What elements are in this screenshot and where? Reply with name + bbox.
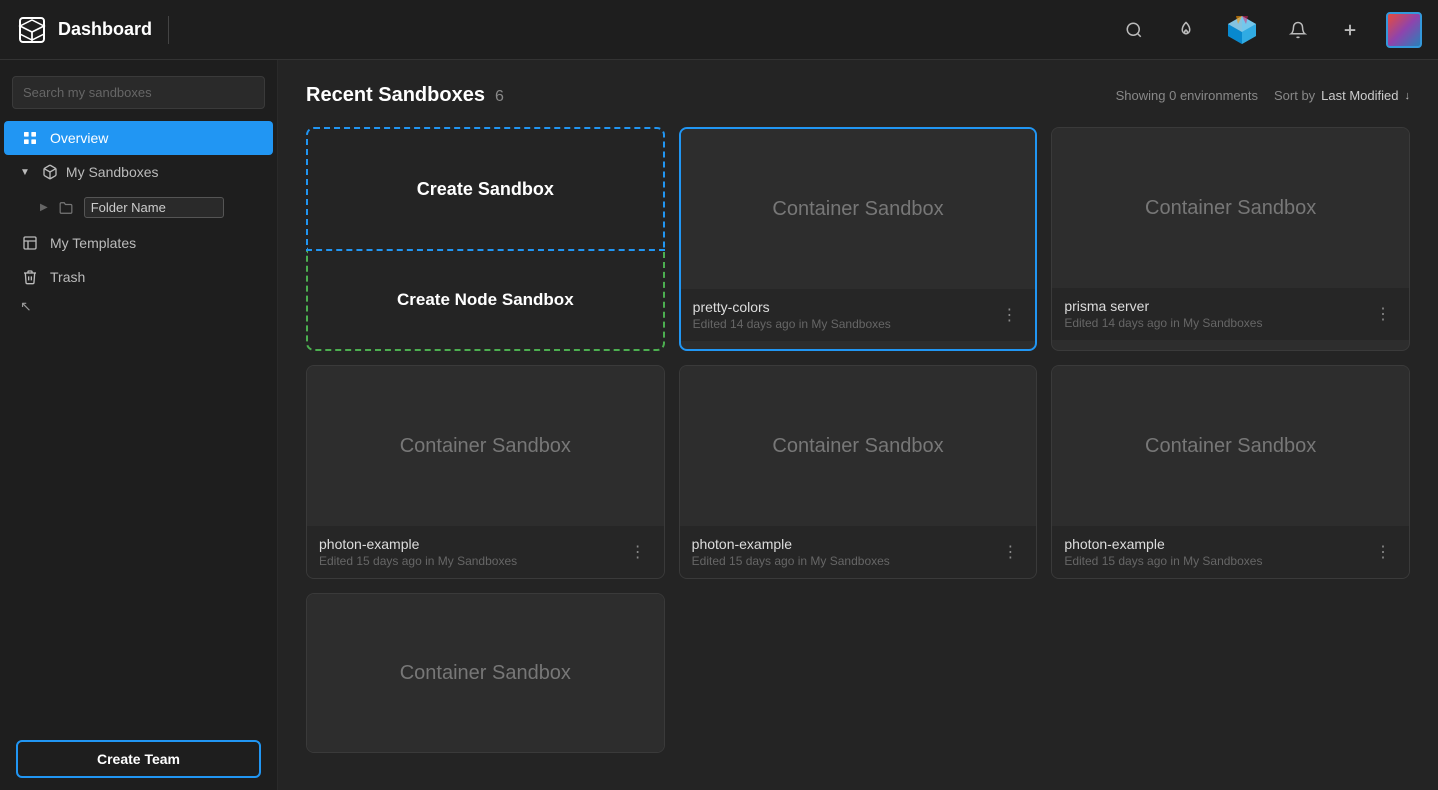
sandbox-card-prisma-server[interactable]: Container Sandbox prisma server Edited 1…	[1051, 127, 1410, 351]
cursor-area: ↖	[0, 294, 277, 319]
card-footer: prisma server Edited 14 days ago in My S…	[1052, 288, 1409, 340]
sandbox-grid: Create Sandbox Create Node Sandbox Conta…	[306, 127, 1410, 753]
notifications-button[interactable]	[1282, 14, 1314, 46]
sidebar-item-overview-label: Overview	[50, 130, 108, 146]
sidebar-item-overview[interactable]: Overview	[4, 121, 273, 155]
card-menu-button[interactable]: ⋮	[996, 540, 1024, 564]
create-node-sandbox-label: Create Node Sandbox	[397, 290, 574, 310]
card-preview: Container Sandbox	[1052, 366, 1409, 526]
sidebar-item-my-templates[interactable]: My Templates	[4, 226, 273, 260]
activity-button[interactable]	[1170, 14, 1202, 46]
template-icon	[20, 235, 40, 251]
card-info: prisma server Edited 14 days ago in My S…	[1064, 298, 1262, 330]
sandbox-card-photon-2[interactable]: Container Sandbox photon-example Edited …	[679, 365, 1038, 579]
fire-icon	[1177, 21, 1195, 39]
bell-icon	[1289, 21, 1307, 39]
card-info: pretty-colors Edited 14 days ago in My S…	[693, 299, 891, 331]
card-menu-button[interactable]: ⋮	[624, 540, 652, 564]
card-info: photon-example Edited 15 days ago in My …	[1064, 536, 1262, 568]
logo: Dashboard	[16, 14, 152, 46]
sidebar: Overview ▼ My Sandboxes ▶	[0, 60, 278, 790]
create-sandbox-label: Create Sandbox	[417, 179, 554, 200]
overview-icon	[20, 130, 40, 146]
content-controls: Showing 0 environments Sort by Last Modi…	[1116, 88, 1410, 103]
card-menu-button[interactable]: ⋮	[1369, 302, 1397, 326]
cube-icon	[40, 164, 60, 180]
sidebar-item-trash-label: Trash	[50, 269, 85, 285]
main-content: Recent Sandboxes 6 Showing 0 environment…	[278, 60, 1438, 790]
sidebar-item-folder[interactable]: ▶	[4, 189, 273, 226]
sandbox-card-photon-3[interactable]: Container Sandbox photon-example Edited …	[1051, 365, 1410, 579]
app-header: Dashboard	[0, 0, 1438, 60]
sidebar-item-templates-label: My Templates	[50, 235, 136, 251]
section-title: Recent Sandboxes 6	[306, 84, 504, 107]
card-preview: Container Sandbox	[680, 366, 1037, 526]
card-info: photon-example Edited 15 days ago in My …	[692, 536, 890, 568]
create-sandbox-card[interactable]: Create Sandbox Create Node Sandbox	[306, 127, 665, 351]
add-button[interactable]	[1334, 14, 1366, 46]
search-button[interactable]	[1118, 14, 1150, 46]
sort-arrow-icon: ↓	[1405, 90, 1411, 102]
header-divider	[168, 16, 169, 44]
gem-button[interactable]	[1222, 10, 1262, 50]
gem-icon	[1224, 12, 1260, 48]
card-footer: photon-example Edited 15 days ago in My …	[307, 526, 664, 578]
sort-value: Last Modified	[1321, 88, 1398, 103]
card-preview: Container Sandbox	[681, 129, 1036, 289]
content-header: Recent Sandboxes 6 Showing 0 environment…	[306, 84, 1410, 107]
create-team-button[interactable]: Create Team	[16, 740, 261, 778]
folder-name-input[interactable]	[84, 197, 224, 218]
main-layout: Overview ▼ My Sandboxes ▶	[0, 60, 1438, 790]
card-menu-button[interactable]: ⋮	[1369, 540, 1397, 564]
plus-icon	[1341, 21, 1359, 39]
chevron-right-icon: ▶	[40, 202, 48, 213]
card-preview: Container Sandbox	[1052, 128, 1409, 288]
folder-icon	[56, 201, 76, 215]
sandbox-search-input[interactable]	[12, 76, 265, 109]
sandbox-card-photon-1[interactable]: Container Sandbox photon-example Edited …	[306, 365, 665, 579]
search-icon	[1125, 21, 1143, 39]
header-actions	[1118, 10, 1422, 50]
card-preview: Container Sandbox	[307, 366, 664, 526]
sort-control[interactable]: Sort by Last Modified ↓	[1274, 88, 1410, 103]
sidebar-item-trash[interactable]: Trash	[4, 260, 273, 294]
sidebar-item-sandboxes-label: My Sandboxes	[66, 164, 159, 180]
card-info: photon-example Edited 15 days ago in My …	[319, 536, 517, 568]
card-footer: pretty-colors Edited 14 days ago in My S…	[681, 289, 1036, 341]
sort-by-label: Sort by	[1274, 88, 1315, 103]
user-avatar[interactable]	[1386, 12, 1422, 48]
sandbox-card-pretty-colors[interactable]: Container Sandbox pretty-colors Edited 1…	[679, 127, 1038, 351]
cursor-icon: ↖	[20, 298, 32, 315]
sidebar-item-my-sandboxes[interactable]: ▼ My Sandboxes	[4, 155, 273, 189]
chevron-down-icon: ▼	[20, 167, 30, 178]
card-footer: photon-example Edited 15 days ago in My …	[1052, 526, 1409, 578]
logo-icon	[16, 14, 48, 46]
card-menu-button[interactable]: ⋮	[995, 303, 1023, 327]
trash-icon	[20, 269, 40, 285]
card-preview: Container Sandbox	[307, 594, 664, 752]
card-footer: photon-example Edited 15 days ago in My …	[680, 526, 1037, 578]
sandbox-card-partial[interactable]: Container Sandbox	[306, 593, 665, 753]
